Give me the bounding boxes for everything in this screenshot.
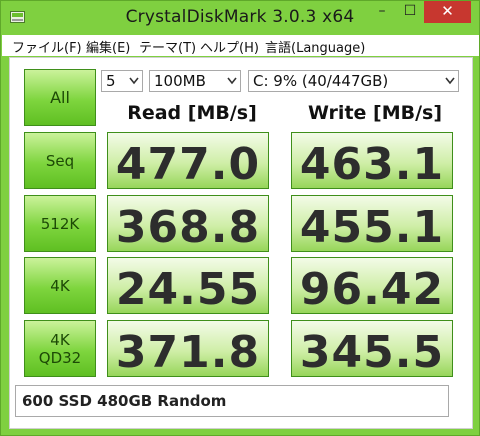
4k-write-value: 96.42 xyxy=(291,257,453,314)
4k-button[interactable]: 4K xyxy=(24,257,96,314)
size-select[interactable]: 100MB xyxy=(149,70,241,92)
read-header: Read [MB/s] xyxy=(127,102,257,124)
512k-button[interactable]: 512K xyxy=(24,195,96,252)
4k-qd32-label-line1: 4K xyxy=(50,330,70,349)
write-header: Write [MB/s] xyxy=(307,102,443,124)
512k-write-value: 455.1 xyxy=(291,195,453,252)
size-select-value: 100MB xyxy=(154,72,206,90)
4k-qd32-read-value: 371.8 xyxy=(107,320,269,377)
drive-select[interactable]: C: 9% (40/447GB) xyxy=(248,70,459,92)
maximize-button[interactable]: ☐ xyxy=(397,1,423,23)
4k-read-value: 24.55 xyxy=(107,257,269,314)
512k-read-number: 368.8 xyxy=(115,202,261,252)
seq-read-value: 477.0 xyxy=(107,132,269,189)
seq-button[interactable]: Seq xyxy=(24,132,96,189)
4k-qd32-write-value: 345.5 xyxy=(291,320,453,377)
seq-write-number: 463.1 xyxy=(299,139,445,189)
count-select[interactable]: 5 xyxy=(101,70,143,92)
benchmark-panel: All 5 100MB C: 9% (40/447GB) Read [MB/s]… xyxy=(9,57,473,429)
comment-field[interactable]: 600 SSD 480GB Random xyxy=(15,385,449,417)
4k-write-number: 96.42 xyxy=(299,264,445,314)
all-button[interactable]: All xyxy=(24,69,96,126)
comment-text: 600 SSD 480GB Random xyxy=(22,392,227,410)
close-button[interactable]: ✕ xyxy=(424,1,471,23)
app-window: CrystalDiskMark 3.0.3 x64 – ☐ ✕ ファイル(F) … xyxy=(0,0,480,436)
menu-help[interactable]: ヘルプ(H) xyxy=(200,37,259,56)
count-select-value: 5 xyxy=(106,72,116,90)
menu-edit[interactable]: 編集(E) xyxy=(86,37,130,56)
4k-qd32-write-number: 345.5 xyxy=(299,327,445,377)
menu-theme[interactable]: テーマ(T) xyxy=(139,37,196,56)
4k-qd32-read-number: 371.8 xyxy=(115,327,261,377)
menu-language[interactable]: 言語(Language) xyxy=(265,37,365,56)
menu-bar: ファイル(F) 編集(E) テーマ(T) ヘルプ(H) 言語(Language) xyxy=(2,35,479,56)
512k-write-number: 455.1 xyxy=(299,202,445,252)
minimize-button[interactable]: – xyxy=(367,1,397,23)
seq-read-number: 477.0 xyxy=(115,139,261,189)
4k-read-number: 24.55 xyxy=(115,264,261,314)
drive-select-value: C: 9% (40/447GB) xyxy=(253,72,389,90)
512k-read-value: 368.8 xyxy=(107,195,269,252)
4k-qd32-button[interactable]: 4K QD32 xyxy=(24,320,96,377)
menu-file[interactable]: ファイル(F) xyxy=(12,37,82,56)
seq-write-value: 463.1 xyxy=(291,132,453,189)
chevron-down-icon xyxy=(227,77,237,85)
chevron-down-icon xyxy=(129,77,139,85)
chevron-down-icon xyxy=(445,77,455,85)
title-bar[interactable]: CrystalDiskMark 3.0.3 x64 – ☐ ✕ xyxy=(1,1,479,34)
4k-qd32-label-line2: QD32 xyxy=(38,348,82,367)
